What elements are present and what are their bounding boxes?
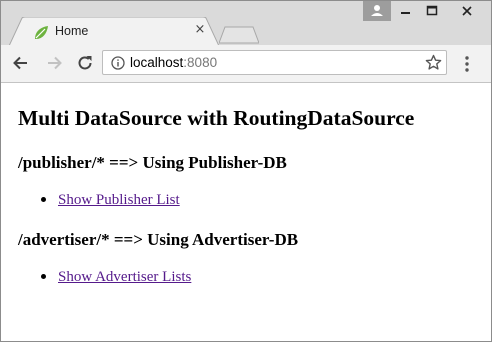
- page-title: Multi DataSource with RoutingDataSource: [18, 106, 415, 130]
- tab-title: Home: [55, 24, 89, 38]
- spring-leaf-icon: [33, 25, 49, 41]
- info-icon[interactable]: [111, 56, 125, 70]
- kebab-menu-icon[interactable]: [462, 55, 472, 73]
- url-text[interactable]: localhost:8080: [130, 55, 217, 70]
- url-port: :8080: [183, 55, 218, 70]
- star-icon[interactable]: [425, 54, 442, 71]
- forward-button[interactable]: [44, 53, 64, 73]
- minimize-icon: [401, 12, 410, 14]
- bullet: [41, 197, 46, 203]
- tab-home[interactable]: Home ×: [9, 17, 219, 46]
- close-window-button[interactable]: [445, 1, 490, 21]
- close-icon: [462, 6, 472, 16]
- address-bar[interactable]: localhost:8080: [102, 50, 447, 75]
- reload-button[interactable]: [75, 53, 95, 73]
- list-item: Show Publisher List: [41, 192, 180, 209]
- tab-strip: Home ×: [1, 1, 491, 46]
- url-host: localhost: [130, 55, 184, 70]
- bullet: [41, 274, 46, 280]
- show-publisher-list-link[interactable]: Show Publisher List: [58, 192, 180, 208]
- forward-arrow-icon: [48, 56, 62, 70]
- profile-button[interactable]: [363, 1, 391, 21]
- show-advertiser-lists-link[interactable]: Show Advertiser Lists: [58, 269, 191, 285]
- advertiser-section-heading: /advertiser/* ==> Using Advertiser-DB: [18, 230, 299, 249]
- reload-icon: [78, 56, 92, 70]
- minimize-button[interactable]: [393, 1, 419, 21]
- page-content: Multi DataSource with RoutingDataSource …: [1, 83, 491, 341]
- back-button[interactable]: [11, 53, 31, 73]
- maximize-button[interactable]: [419, 1, 445, 21]
- maximize-icon: [426, 5, 438, 16]
- back-arrow-icon: [13, 56, 27, 70]
- tab-close-icon[interactable]: ×: [193, 23, 207, 37]
- browser-toolbar: localhost:8080: [1, 45, 491, 83]
- user-icon: [371, 5, 383, 16]
- list-item: Show Advertiser Lists: [41, 269, 191, 286]
- new-tab-button[interactable]: [218, 26, 260, 44]
- browser-window: Home × localhost:8080 Multi DataSource w…: [0, 0, 492, 342]
- publisher-section-heading: /publisher/* ==> Using Publisher-DB: [18, 153, 287, 172]
